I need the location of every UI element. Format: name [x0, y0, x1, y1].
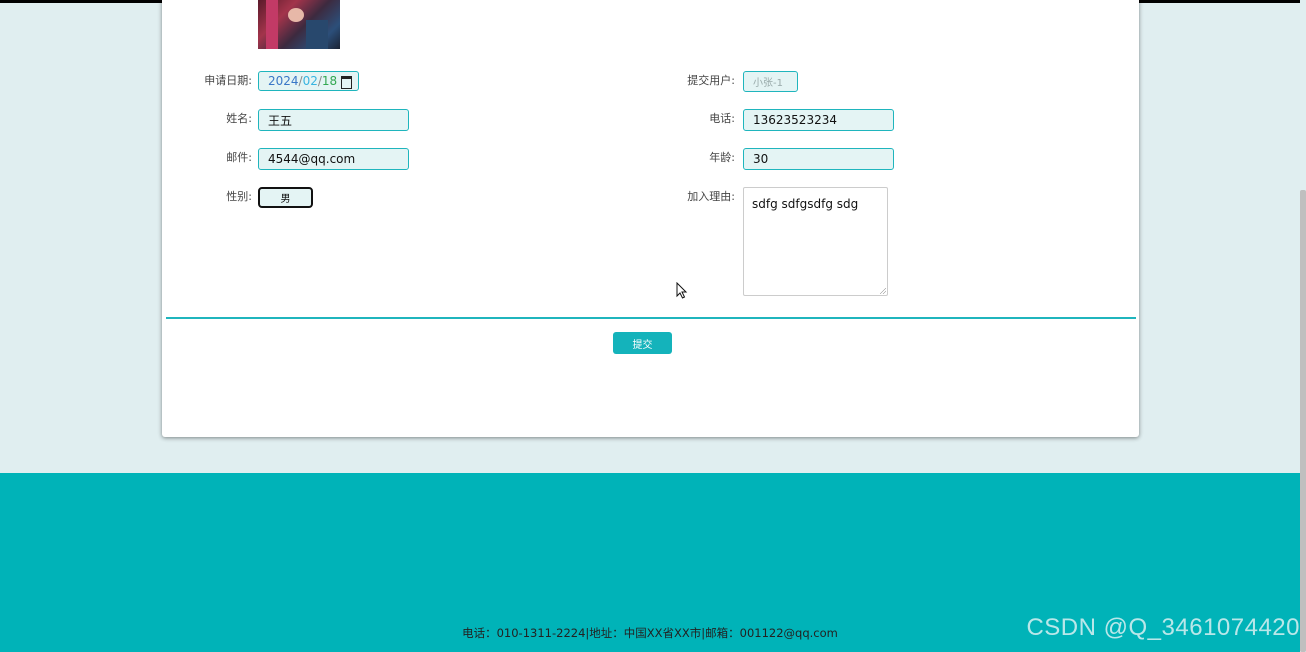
- applicant-photo: [258, 0, 340, 49]
- calendar-icon[interactable]: [341, 76, 352, 89]
- email-label: 邮件:: [226, 151, 252, 164]
- mouse-cursor-icon: [676, 282, 688, 299]
- apply-date-input[interactable]: 2024/02/18: [258, 71, 359, 91]
- application-form-card: 申请日期: 2024/02/18 姓名: 王五 邮件: 4544@qq.com …: [162, 0, 1139, 437]
- apply-date-label: 申请日期:: [204, 74, 252, 87]
- resize-handle-icon[interactable]: [880, 288, 886, 294]
- gender-label: 性别:: [226, 190, 252, 203]
- scrollbar-thumb[interactable]: [1300, 190, 1306, 652]
- reason-textarea[interactable]: sdfg sdfgsdfg sdg: [743, 187, 888, 296]
- date-day: 18: [321, 74, 338, 88]
- gender-select[interactable]: 男: [258, 187, 313, 208]
- age-input[interactable]: 30: [743, 148, 894, 170]
- form-divider: [166, 317, 1136, 319]
- submit-user-input: 小张-1: [743, 71, 798, 92]
- date-year: 2024: [268, 74, 299, 88]
- email-input[interactable]: 4544@qq.com: [258, 148, 409, 170]
- name-label: 姓名:: [226, 112, 252, 125]
- date-month: 02: [302, 74, 318, 88]
- age-label: 年龄:: [709, 151, 735, 164]
- reason-label: 加入理由:: [687, 190, 735, 203]
- reason-text: sdfg sdfgsdfg sdg: [752, 197, 859, 211]
- watermark: CSDN @Q_3461074420: [1026, 614, 1300, 641]
- submit-button[interactable]: 提交: [613, 332, 672, 354]
- page-footer: 电话：010-1311-2224|地址：中国XX省XX市|邮箱：001122@q…: [0, 473, 1306, 652]
- vertical-scrollbar[interactable]: [1300, 0, 1306, 652]
- submit-user-label: 提交用户:: [687, 74, 735, 87]
- name-input[interactable]: 王五: [258, 109, 409, 131]
- phone-input[interactable]: 13623523234: [743, 109, 894, 131]
- phone-label: 电话:: [709, 112, 735, 125]
